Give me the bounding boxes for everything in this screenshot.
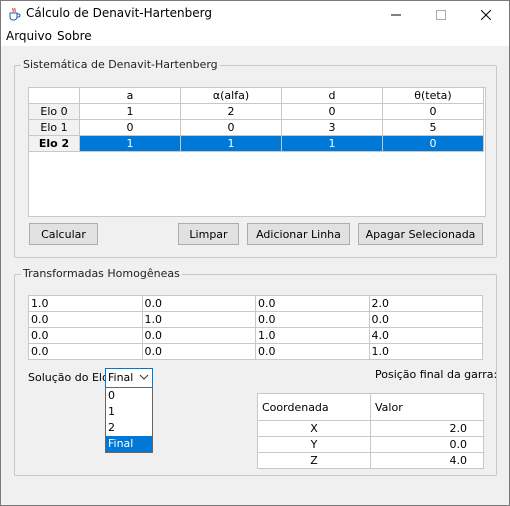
row-label: Elo 2 [28, 135, 80, 152]
result-value[interactable]: 4.0 [370, 452, 484, 469]
table-cell[interactable]: 0 [382, 135, 484, 152]
table-cell[interactable]: 0 [180, 119, 282, 136]
matrix-cell[interactable]: 0.0 [255, 295, 370, 312]
solution-combo-value: Final [108, 371, 134, 384]
dh-col-corner [28, 87, 80, 104]
result-value[interactable]: 2.0 [370, 420, 484, 437]
table-cell[interactable]: 1 [79, 135, 181, 152]
table-row[interactable]: 0.0 1.0 0.0 0.0 [28, 311, 483, 328]
close-icon [480, 9, 491, 20]
dh-col-d[interactable]: d [281, 87, 383, 104]
matrix-cell[interactable]: 0.0 [141, 343, 256, 360]
result-header-row: Coordenada Valor [257, 393, 484, 421]
matrix-cell[interactable]: 1.0 [368, 343, 483, 360]
menu-arquivo[interactable]: Arquivo [6, 29, 52, 43]
table-cell[interactable]: 0 [79, 119, 181, 136]
dh-table[interactable]: a α(alfa) d θ(teta) Elo 0 1 2 0 0 Elo 1 … [28, 87, 484, 152]
table-cell[interactable]: 1 [79, 103, 181, 120]
table-cell[interactable]: 0 [382, 103, 484, 120]
row-label: Elo 0 [28, 103, 80, 120]
result-coord: Z [257, 452, 371, 469]
matrix-cell[interactable]: 0.0 [28, 311, 143, 328]
title-bar[interactable]: Cálculo de Denavit-Hartenberg [1, 1, 509, 28]
transform-group-title: Transformadas Homogêneas [21, 267, 182, 280]
table-row-selected[interactable]: Elo 2 1 1 1 0 [28, 135, 484, 152]
table-row[interactable]: Z 4.0 [257, 452, 484, 469]
matrix-cell[interactable]: 1.0 [255, 327, 370, 344]
matrix-cell[interactable]: 0.0 [141, 295, 256, 312]
solution-option-1[interactable]: 1 [106, 404, 152, 420]
result-coord: Y [257, 436, 371, 453]
maximize-icon [435, 9, 446, 20]
result-value[interactable]: 0.0 [370, 436, 484, 453]
dh-col-teta[interactable]: θ(teta) [382, 87, 484, 104]
table-cell[interactable]: 3 [281, 119, 383, 136]
table-row[interactable]: Y 0.0 [257, 436, 484, 453]
solution-option-0[interactable]: 0 [106, 388, 152, 404]
matrix-cell[interactable]: 0.0 [255, 311, 370, 328]
matrix-cell[interactable]: 2.0 [368, 295, 483, 312]
menu-sobre[interactable]: Sobre [57, 29, 92, 43]
solution-combo[interactable]: Final [105, 368, 153, 388]
minimize-icon [390, 14, 401, 15]
matrix-cell[interactable]: 0.0 [28, 327, 143, 344]
dh-col-alfa[interactable]: α(alfa) [180, 87, 282, 104]
dh-group-title: Sistemática de Denavit-Hartenberg [21, 58, 220, 71]
result-coord: X [257, 420, 371, 437]
table-cell[interactable]: 2 [180, 103, 282, 120]
app-window: Cálculo de Denavit-Hartenberg Arquivo So… [0, 0, 510, 506]
matrix-cell[interactable]: 0.0 [255, 343, 370, 360]
matrix-table[interactable]: 1.0 0.0 0.0 2.0 0.0 1.0 0.0 0.0 0.0 0.0 … [28, 295, 483, 360]
dh-col-a[interactable]: a [79, 87, 181, 104]
close-button[interactable] [463, 1, 508, 28]
window-title: Cálculo de Denavit-Hartenberg [26, 6, 212, 20]
solution-dropdown: 0 1 2 Final [105, 387, 153, 453]
result-col-coordenada[interactable]: Coordenada [257, 393, 371, 421]
table-row[interactable]: Elo 0 1 2 0 0 [28, 103, 484, 120]
dh-header-row: a α(alfa) d θ(teta) [28, 87, 484, 104]
maximize-button[interactable] [418, 1, 463, 28]
table-cell[interactable]: 5 [382, 119, 484, 136]
menu-bar: Arquivo Sobre [1, 28, 509, 46]
table-row[interactable]: Elo 1 0 0 3 5 [28, 119, 484, 136]
table-cell[interactable]: 0 [281, 103, 383, 120]
matrix-cell[interactable]: 4.0 [368, 327, 483, 344]
matrix-cell[interactable]: 0.0 [28, 343, 143, 360]
solution-option-final[interactable]: Final [106, 436, 152, 452]
matrix-cell[interactable]: 0.0 [368, 311, 483, 328]
position-label: Posição final da garra: [375, 368, 498, 381]
minimize-button[interactable] [373, 1, 418, 28]
apagar-selecionada-button[interactable]: Apagar Selecionada [358, 223, 483, 245]
limpar-button[interactable]: Limpar [178, 223, 239, 245]
table-row[interactable]: 0.0 0.0 0.0 1.0 [28, 343, 483, 360]
matrix-cell[interactable]: 1.0 [141, 311, 256, 328]
row-label: Elo 1 [28, 119, 80, 136]
matrix-cell[interactable]: 1.0 [28, 295, 143, 312]
adicionar-linha-button[interactable]: Adicionar Linha [247, 223, 350, 245]
table-row[interactable]: 0.0 0.0 1.0 4.0 [28, 327, 483, 344]
table-cell[interactable]: 1 [281, 135, 383, 152]
table-row[interactable]: 1.0 0.0 0.0 2.0 [28, 295, 483, 312]
solution-label: Solução do Elo: [28, 371, 113, 384]
solution-option-2[interactable]: 2 [106, 420, 152, 436]
matrix-cell[interactable]: 0.0 [141, 327, 256, 344]
calcular-button[interactable]: Calcular [29, 223, 98, 245]
table-cell[interactable]: 1 [180, 135, 282, 152]
result-table[interactable]: Coordenada Valor X 2.0 Y 0.0 Z 4.0 [257, 393, 484, 469]
table-row[interactable]: X 2.0 [257, 420, 484, 437]
java-cup-icon [7, 7, 21, 21]
chevron-down-icon[interactable] [138, 370, 150, 387]
result-col-valor[interactable]: Valor [370, 393, 484, 421]
